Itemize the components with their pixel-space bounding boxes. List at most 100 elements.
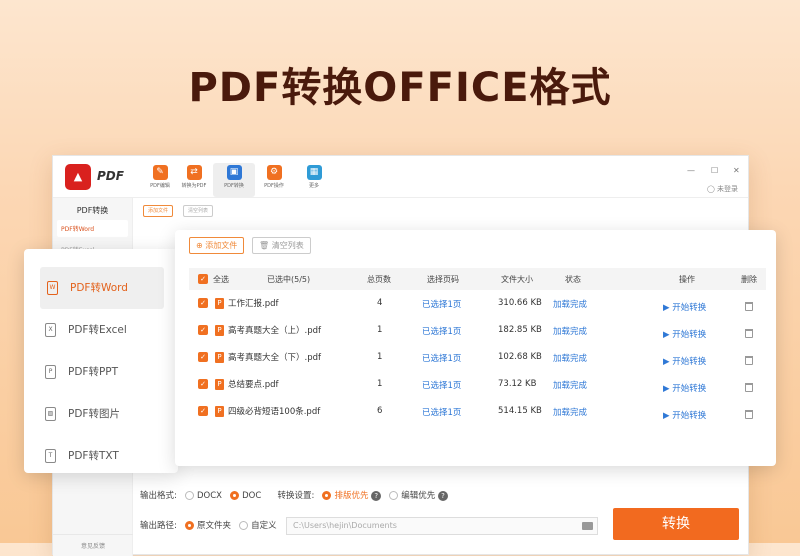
pdf-file-icon: P: [215, 298, 224, 309]
play-icon: ▶: [663, 303, 670, 313]
file-status: 加载完成: [553, 300, 588, 310]
list-item-pdf-ppt[interactable]: P PDF转PPT: [38, 351, 164, 393]
list-item-pdf-excel[interactable]: X PDF转Excel: [38, 309, 164, 351]
file-pages: 1: [377, 352, 383, 362]
app-logo-icon: ▲: [65, 164, 91, 190]
sidebar-title: PDF转换: [76, 206, 109, 215]
delete-icon[interactable]: [745, 383, 753, 392]
row-checkbox[interactable]: ✓: [198, 379, 208, 389]
ppt-icon: P: [45, 365, 56, 379]
select-all-checkbox[interactable]: ✓: [198, 274, 208, 284]
file-name: P 四级必背短语100条.pdf: [215, 405, 320, 417]
trash-icon: 🗑: [259, 241, 270, 250]
row-checkbox[interactable]: ✓: [198, 352, 208, 362]
radio-doc[interactable]: [230, 491, 240, 500]
headline: PDF转换OFFICE格式: [188, 65, 612, 111]
file-name: P 高考真题大全（下）.pdf: [215, 351, 321, 363]
file-size: 73.12 KB: [498, 379, 537, 389]
start-convert-link[interactable]: ▶ 开始转换: [663, 301, 706, 313]
login-status[interactable]: ◯ 未登录: [707, 184, 738, 194]
row-checkbox[interactable]: ✓: [198, 298, 208, 308]
pdf-convert-icon: ▣: [226, 165, 242, 180]
delete-icon[interactable]: [745, 410, 753, 419]
file-name: P 高考真题大全（上）.pdf: [215, 324, 321, 336]
delete-icon[interactable]: [745, 302, 753, 311]
app-toolbar: ▲ PDF ✎ PDF编辑 ⇄ 转换为PDF ▣ PDF转换 ⚙ PDF操作 ▦…: [53, 156, 748, 198]
table-row: ✓ P 高考真题大全（下）.pdf 1 已选择1页 102.68 KB 加载完成 ▶ 开始转换: [189, 349, 766, 376]
file-name: P 总结要点.pdf: [215, 378, 279, 390]
pdf-file-icon: P: [215, 406, 224, 417]
page-select-link[interactable]: 已选择1页: [422, 325, 461, 337]
file-status: 加载完成: [553, 408, 588, 418]
start-convert-link[interactable]: ▶ 开始转换: [663, 382, 706, 394]
to-pdf-icon: ⇄: [186, 165, 202, 180]
radio-docx[interactable]: [184, 491, 194, 500]
file-name: P 工作汇报.pdf: [215, 297, 279, 309]
tool-pdf-ops[interactable]: ⚙ PDF操作: [253, 163, 295, 197]
delete-icon[interactable]: [745, 356, 753, 365]
page-select-link[interactable]: 已选择1页: [422, 406, 461, 418]
sidebar-item-pdf-word[interactable]: PDF转Word: [57, 220, 128, 237]
start-convert-link[interactable]: ▶ 开始转换: [663, 355, 706, 367]
radio-original-folder[interactable]: [184, 521, 194, 530]
play-icon: ▶: [663, 411, 670, 421]
file-pages: 1: [377, 325, 383, 335]
more-icon: ▦: [306, 165, 322, 180]
play-icon: ▶: [663, 357, 670, 367]
play-icon: ▶: [663, 384, 670, 394]
maximize-icon[interactable]: ☐: [711, 166, 718, 175]
file-size: 182.85 KB: [498, 325, 542, 335]
word-icon: W: [47, 281, 58, 295]
delete-icon[interactable]: [745, 329, 753, 338]
convert-button[interactable]: 转换: [613, 508, 739, 540]
output-path-input[interactable]: C:\Users\hejin\Documents: [286, 517, 598, 535]
output-path-row: 输出路径: 原文件夹 自定义: [140, 521, 277, 531]
table-row: ✓ P 四级必背短语100条.pdf 6 已选择1页 514.15 KB 加载完成 ▶ 开始转…: [189, 403, 766, 430]
minimize-icon[interactable]: —: [687, 166, 695, 175]
pdf-file-icon: P: [215, 379, 224, 390]
list-item-pdf-txt[interactable]: T PDF转TXT: [38, 435, 164, 477]
table-header: ✓ 全选 已选中(5/5) 总页数 选择页码 文件大小 状态 操作 删除: [189, 268, 766, 290]
start-convert-link[interactable]: ▶ 开始转换: [663, 328, 706, 340]
add-file-button[interactable]: ⊕ 添加文件: [189, 237, 245, 254]
add-icon: ⊕: [196, 241, 203, 250]
file-status: 加载完成: [553, 327, 588, 337]
radio-edit-first[interactable]: [389, 491, 399, 500]
txt-icon: T: [45, 449, 56, 463]
list-item-pdf-image[interactable]: ▨ PDF转图片: [38, 393, 164, 435]
start-convert-link[interactable]: ▶ 开始转换: [663, 409, 706, 421]
tool-more[interactable]: ▦ 更多: [293, 163, 335, 197]
page-select-link[interactable]: 已选择1页: [422, 298, 461, 310]
row-checkbox[interactable]: ✓: [198, 325, 208, 335]
mini-add-button[interactable]: 添加文件: [143, 205, 174, 217]
close-icon[interactable]: ✕: [733, 166, 740, 175]
table-row: ✓ P 总结要点.pdf 1 已选择1页 73.12 KB 加载完成 ▶ 开始转换: [189, 376, 766, 403]
file-status: 加载完成: [553, 381, 588, 391]
row-checkbox[interactable]: ✓: [198, 406, 208, 416]
play-icon: ▶: [663, 330, 670, 340]
list-item-pdf-word[interactable]: W PDF转Word: [40, 267, 164, 309]
help-icon[interactable]: ?: [438, 490, 449, 501]
pdf-edit-icon: ✎: [152, 165, 168, 180]
mini-clear-button[interactable]: 清空列表: [183, 205, 214, 217]
tool-to-pdf[interactable]: ⇄ 转换为PDF: [173, 163, 215, 197]
feedback-link[interactable]: 意见反馈: [53, 534, 133, 556]
file-size: 102.68 KB: [498, 352, 542, 362]
file-size: 514.15 KB: [498, 406, 542, 416]
radio-custom-folder[interactable]: [239, 521, 249, 530]
image-icon: ▨: [45, 407, 56, 421]
excel-icon: X: [45, 323, 56, 337]
pdf-file-icon: P: [215, 352, 224, 363]
help-icon[interactable]: ?: [371, 490, 382, 501]
clear-list-button[interactable]: 🗑 清空列表: [252, 237, 311, 254]
page-select-link[interactable]: 已选择1页: [422, 379, 461, 391]
tool-pdf-convert[interactable]: ▣ PDF转换: [213, 163, 255, 197]
pdf-file-icon: P: [215, 325, 224, 336]
page-select-link[interactable]: 已选择1页: [422, 352, 461, 364]
conversion-type-list: W PDF转Word X PDF转Excel P PDF转PPT ▨ PDF转图…: [24, 249, 178, 473]
folder-icon[interactable]: [582, 522, 593, 530]
file-size: 310.66 KB: [498, 298, 542, 308]
file-pages: 4: [377, 298, 383, 308]
radio-layout-first[interactable]: [322, 491, 332, 500]
output-format-row: 输出格式: DOCX DOC 转换设置: 排版优先 ? 编辑优先 ?: [140, 489, 449, 501]
